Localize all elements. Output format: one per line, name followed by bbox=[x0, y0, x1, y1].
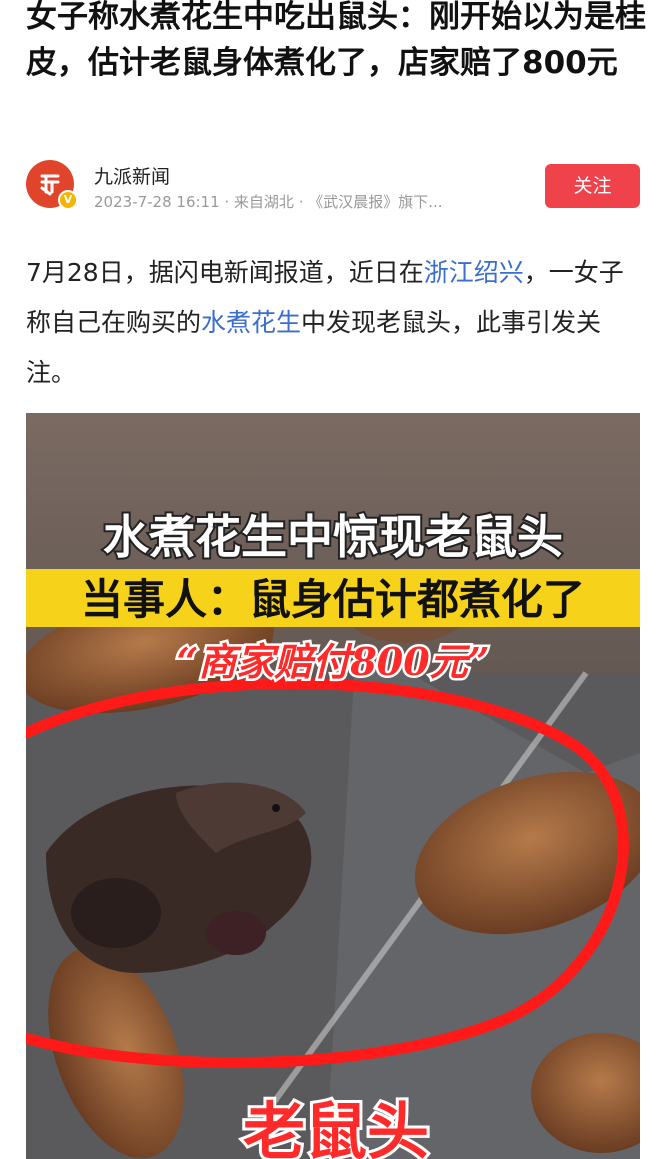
author-name[interactable]: 九派新闻 bbox=[94, 162, 170, 189]
news-photo[interactable]: 水煮花生中惊现老鼠头 当事人：鼠身估计都煮化了 “商家赔付800元” 老鼠头 bbox=[26, 413, 640, 1159]
caption-bottom: 老鼠头 bbox=[243, 1095, 429, 1159]
author-avatar[interactable]: V bbox=[26, 160, 78, 210]
verified-v-icon: V bbox=[58, 190, 78, 210]
follow-button[interactable]: 关注 bbox=[545, 164, 640, 208]
article-paragraph: 7月28日，据闪电新闻报道，近日在浙江绍兴，一女子称自己在购买的水煮花生中发现老… bbox=[26, 248, 640, 398]
location-link[interactable]: 浙江绍兴 bbox=[424, 258, 524, 287]
author-meta: 2023-7-28 16:11 · 来自湖北 · 《武汉晨报》旗下... bbox=[94, 193, 443, 211]
topic-link[interactable]: 水煮花生 bbox=[201, 308, 301, 337]
caption-quote: “商家赔付800元” bbox=[176, 639, 489, 684]
caption-main: 水煮花生中惊现老鼠头 bbox=[103, 510, 563, 564]
author-row[interactable]: V 九派新闻 2023-7-28 16:11 · 来自湖北 · 《武汉晨报》旗下… bbox=[26, 160, 640, 212]
paragraph-text: 7月28日，据闪电新闻报道，近日在 bbox=[26, 258, 424, 287]
article-title: 女子称水煮花生中吃出鼠头：刚开始以为是桂皮，估计老鼠身体煮化了，店家赔了800元 bbox=[26, 0, 646, 81]
caption-sub: 当事人：鼠身估计都煮化了 bbox=[81, 575, 585, 624]
